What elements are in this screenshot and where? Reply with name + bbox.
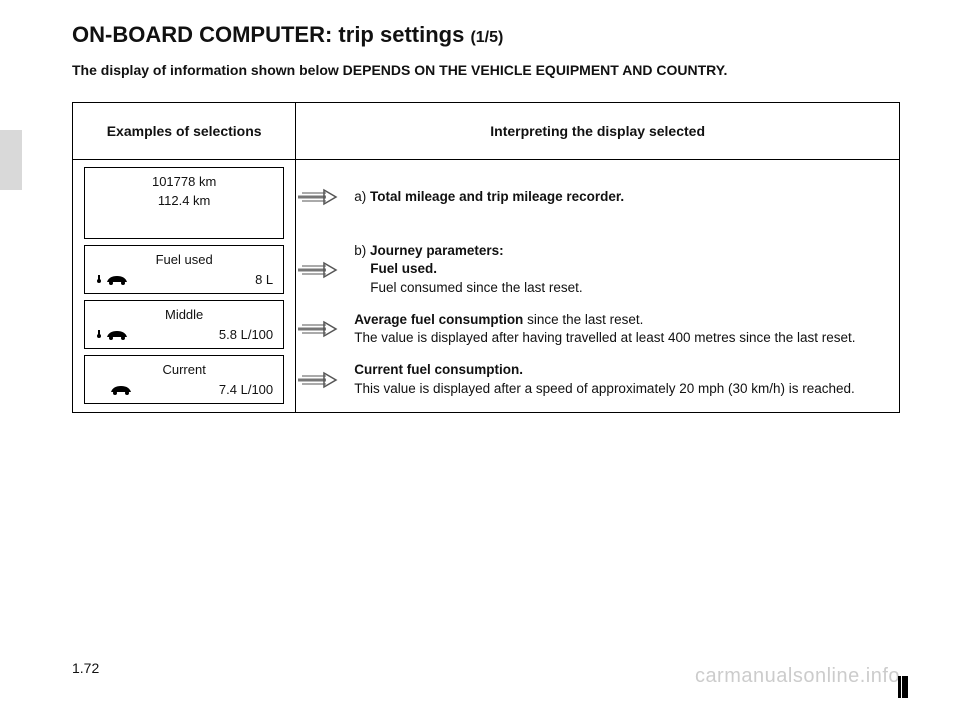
table-header-row: Examples of selections Interpreting the … xyxy=(73,103,900,160)
desc-mid: since the last reset. xyxy=(523,312,643,327)
pump-car-icon xyxy=(95,326,135,342)
fuel-used-label: Fuel used xyxy=(95,252,273,267)
mileage-trip: 112.4 km xyxy=(95,193,273,208)
current-value: 7.4 L/100 xyxy=(139,382,273,397)
desc-row-fuel-used: b) Journey parameters: Fuel used. Fuel c… xyxy=(296,242,899,297)
arrow-icon xyxy=(296,188,338,206)
fuel-used-value: 8 L xyxy=(135,272,273,287)
title-main: ON-BOARD COMPUTER: trip settings xyxy=(72,22,470,47)
avg-label: Middle xyxy=(95,307,273,322)
desc-prefix: a) xyxy=(354,189,370,204)
desc-prefix: b) xyxy=(354,243,370,258)
desc-bold: Current fuel consumption. xyxy=(354,362,523,377)
mileage-total: 101778 km xyxy=(95,174,273,189)
display-current-consumption: Current 7.4 L/100 xyxy=(84,355,284,404)
display-mileage: 101778 km 112.4 km xyxy=(84,167,284,239)
title-sub: (1/5) xyxy=(470,29,503,46)
settings-table: Examples of selections Interpreting the … xyxy=(72,102,900,413)
page-number: 1.72 xyxy=(72,660,99,676)
desc-text: b) Journey parameters: Fuel used. Fuel c… xyxy=(354,242,899,297)
arrow-icon xyxy=(296,320,338,338)
desc-bold: Total mileage and trip mileage recorder. xyxy=(370,189,624,204)
desc-text: Current fuel consumption. This value is … xyxy=(354,361,899,397)
desc-text: a) Total mileage and trip mileage record… xyxy=(354,188,899,206)
arrow-icon xyxy=(296,371,338,389)
desc-text: Average fuel consumption since the last … xyxy=(354,311,899,347)
header-interpret: Interpreting the display selected xyxy=(296,103,900,160)
desc-bold: Journey parameters: xyxy=(370,243,504,258)
desc-row-current: Current fuel consumption. This value is … xyxy=(296,361,899,397)
pump-car-icon xyxy=(95,271,135,287)
car-icon xyxy=(95,381,139,397)
examples-cell: 101778 km 112.4 km Fuel used xyxy=(73,160,296,413)
desc-bold2: Fuel used. xyxy=(354,261,437,276)
display-fuel-used: Fuel used 8 L xyxy=(84,245,284,294)
desc-row-avg: Average fuel consumption since the last … xyxy=(296,311,899,347)
watermark: carmanualsonline.info xyxy=(695,665,900,688)
page-title: ON-BOARD COMPUTER: trip settings (1/5) xyxy=(72,22,900,48)
side-tab xyxy=(0,130,22,190)
table-body-row: 101778 km 112.4 km Fuel used xyxy=(73,160,900,413)
avg-value: 5.8 L/100 xyxy=(135,327,273,342)
arrow-icon xyxy=(296,261,338,279)
desc-rest: Fuel consumed since the last reset. xyxy=(354,280,582,295)
display-avg-consumption: Middle 5.8 L/100 xyxy=(84,300,284,349)
dependency-notice: The display of information shown below D… xyxy=(72,62,900,78)
current-label: Current xyxy=(95,362,273,377)
desc-bold: Average fuel consumption xyxy=(354,312,523,327)
desc-row-mileage: a) Total mileage and trip mileage record… xyxy=(296,188,899,206)
desc-rest: The value is displayed after having trav… xyxy=(354,330,855,345)
header-examples: Examples of selections xyxy=(73,103,296,160)
corner-mark-icon xyxy=(898,676,910,698)
desc-rest: This value is displayed after a speed of… xyxy=(354,381,855,396)
page-content: ON-BOARD COMPUTER: trip settings (1/5) T… xyxy=(0,0,960,413)
descriptions-cell: a) Total mileage and trip mileage record… xyxy=(296,160,900,413)
